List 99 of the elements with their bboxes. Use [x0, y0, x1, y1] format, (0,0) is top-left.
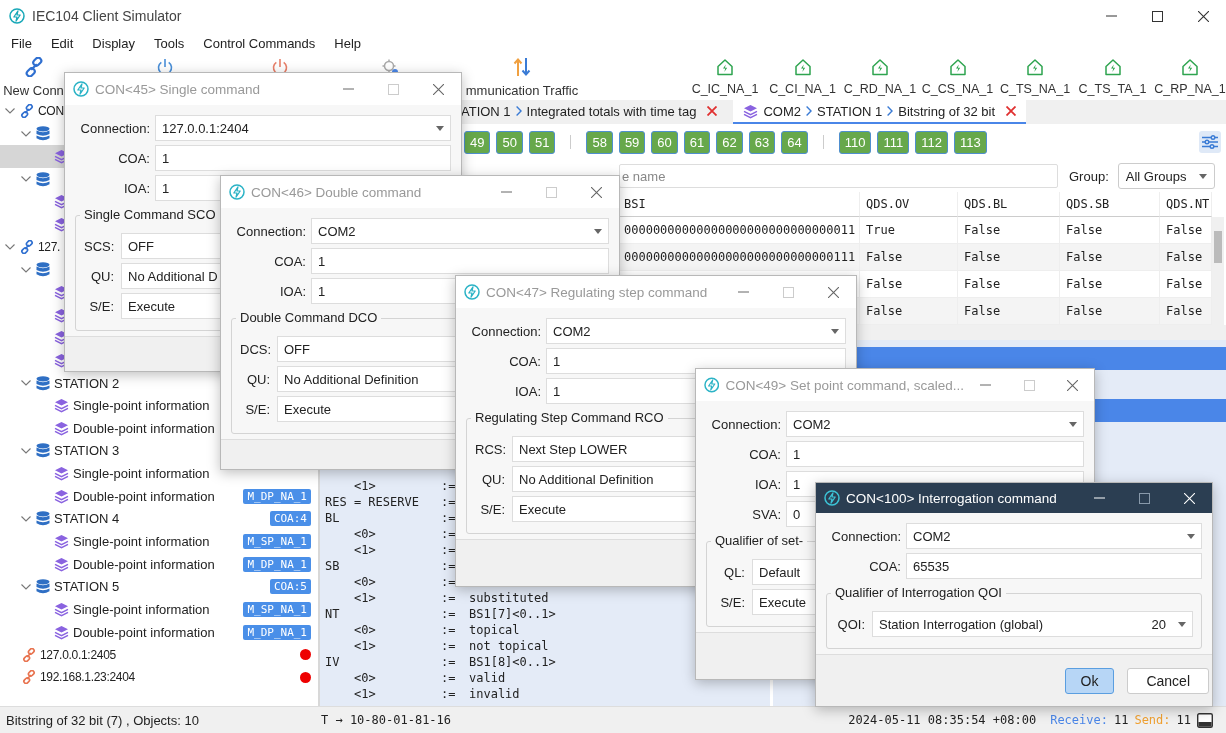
operator: := [441, 623, 457, 637]
send-count: 11 [1176, 713, 1191, 727]
table-cell: False [1160, 298, 1212, 325]
field-name: <1> [354, 479, 377, 493]
type-badge: M_DP_NA_1 [243, 488, 311, 504]
operator: := [441, 543, 457, 557]
field-label: Connection: [470, 323, 541, 339]
field-name: <0> [354, 623, 377, 637]
operator: := [441, 607, 457, 621]
field-label: QU: [89, 268, 114, 284]
column-header: QDS.SB [1060, 192, 1160, 217]
field-value: not topical [469, 639, 549, 653]
field-label: IOA: [279, 283, 306, 299]
field-label: IOA: [123, 180, 150, 196]
field-name: <1> [354, 639, 377, 653]
field-name: SB [325, 559, 341, 573]
operator: := [441, 495, 457, 509]
dialog-title: CON<100> Interrogation command [846, 490, 1057, 506]
field-value: valid [469, 671, 506, 685]
field-name: IV [325, 655, 341, 669]
field-label: COA: [273, 253, 306, 269]
field-label: QU: [480, 471, 505, 487]
field-label: S/E: [479, 501, 505, 517]
field-name: <0> [354, 671, 377, 685]
table-cell: False [1160, 244, 1212, 271]
frame-trace: T → 10-80-01-81-16 [321, 713, 452, 727]
field-value: topical [469, 623, 520, 637]
dialog-title: CON<47> Regulating step command [486, 284, 708, 300]
table-cell: 00000000000000000000000000000111 [618, 244, 860, 271]
operator: := [441, 511, 457, 525]
operator: := [441, 639, 457, 653]
table-cell: False [860, 298, 958, 325]
type-badge: M_SP_NA_1 [243, 534, 311, 549]
operator: := [441, 479, 457, 493]
table-cell: False [860, 244, 958, 271]
type-badge: M_DP_NA_1 [243, 556, 311, 572]
send-label: Send: [1134, 713, 1171, 727]
column-header: QDS.BL [958, 192, 1060, 217]
field-name: <1> [354, 591, 377, 605]
field-name: RES = RESERVE [325, 495, 420, 509]
operator: := [441, 559, 457, 573]
field-label: COA: [868, 558, 901, 574]
table-cell: False [1060, 298, 1160, 325]
field-label: S/E: [244, 401, 270, 417]
field-label: Connection: [710, 416, 781, 432]
field-value: substituted [469, 591, 549, 605]
field-value: invalid [469, 687, 520, 701]
table-cell: False [958, 298, 1060, 325]
table-cell: False [1060, 244, 1160, 271]
field-label: RCS: [475, 441, 505, 457]
type-badge: M_SP_NA_1 [243, 601, 311, 617]
group-title: Qualifier of Interrogation QOI [831, 585, 1006, 600]
group-title: Regulating Step Command RCO [471, 410, 668, 425]
receive-label: Receive: [1050, 713, 1108, 727]
operator: := [441, 655, 457, 669]
field-name: BL [325, 511, 341, 525]
field-label: Connection: [830, 528, 901, 544]
operator: := [441, 527, 457, 541]
column-header: QDS.OV [860, 192, 958, 217]
operator: := [441, 671, 457, 685]
field-name: <1> [354, 543, 377, 557]
type-badge: COA:5 [269, 579, 311, 595]
group-title: Single Command SCO [80, 207, 220, 222]
dialog-title: CON<46> Double command [251, 184, 422, 200]
field-label: SVA: [751, 506, 781, 522]
dialog-title: CON<45> Single command [95, 81, 261, 97]
group-title: Qualifier of set- [711, 533, 808, 548]
field-label: COA: [748, 446, 781, 462]
field-label: SCS: [84, 238, 114, 254]
operator: := [441, 575, 457, 589]
field-label: S/E: [88, 298, 114, 314]
field-name: <1> [354, 687, 377, 701]
field-label: Connection: [235, 223, 306, 239]
type-badge: COA:4 [269, 511, 311, 527]
field-label: QL: [723, 564, 745, 580]
field-label: QU: [245, 371, 270, 387]
field-name: <0> [354, 527, 377, 541]
field-label: Connection: [79, 120, 150, 136]
field-name: <0> [354, 575, 377, 589]
field-value: BS1[8]<0..1> [469, 655, 556, 669]
type-badge: M_DP_NA_1 [243, 624, 311, 640]
field-label: S/E: [719, 594, 745, 610]
field-label: DCS: [240, 341, 270, 357]
field-label: IOA: [754, 476, 781, 492]
group-title: Double Command DCO [236, 310, 382, 325]
field-value: BS1[7]<0..1> [469, 607, 556, 621]
field-name: NT [325, 607, 341, 621]
status-text: Bitstring of 32 bit (7) , Objects: 10 [5, 712, 200, 728]
dialog-title: CON<49> Set point command, scaled... [725, 377, 965, 393]
operator: := [441, 591, 457, 605]
column-header: QDS.NT [1160, 192, 1212, 217]
timestamp: 2024-05-11 08:35:54 +08:00 [848, 713, 1037, 727]
field-label: COA: [117, 150, 150, 166]
operator: := [441, 687, 457, 701]
table-cell: False [958, 244, 1060, 271]
receive-count: 11 [1113, 713, 1129, 727]
field-label: QOI: [836, 616, 865, 632]
window-title: IEC104 Client Simulator [32, 8, 182, 24]
group-label: Group: [1069, 168, 1109, 184]
